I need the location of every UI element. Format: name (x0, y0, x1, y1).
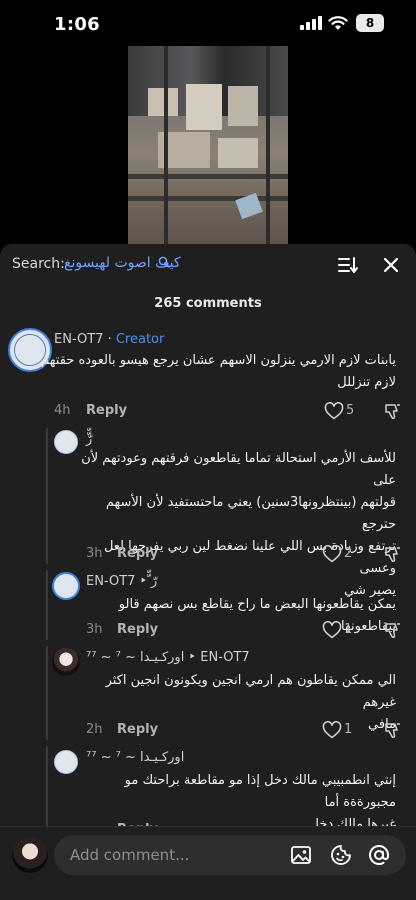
reply-button[interactable]: Reply (117, 722, 158, 737)
avatar[interactable] (52, 648, 80, 676)
search-icon (158, 256, 170, 268)
reply-button[interactable]: Reply (117, 622, 158, 637)
comment-item: ⁷اوركـيـدا ~ ⁷ ~ ⁷ ‣ EN-OT7 الي ممكن يقا… (0, 646, 416, 742)
comment-item: ⁷اوركـيـدا ~ ⁷ ~ ⁷ إنتي انطمبيبي مالك دخ… (0, 746, 416, 837)
creator-badge: Creator (115, 332, 165, 347)
video-frame-detail (164, 46, 168, 244)
like-icon[interactable] (322, 545, 342, 563)
username-separator: · (103, 332, 116, 347)
clock: 1:06 (54, 14, 100, 35)
thread-line (46, 746, 48, 826)
comment-text-line: يابنات لازم الارمي ينزلون الاسهم عشان ير… (41, 353, 396, 368)
comment-time: 3h (86, 546, 103, 561)
comment-username[interactable]: EN-OT7 (54, 332, 103, 347)
cellular-signal-icon (300, 16, 322, 30)
comment-text-line: للأسف الأرمي استحالة تماما يقاطعون فرقته… (81, 451, 396, 488)
comment-text: يابنات لازم الارمي ينزلون الاسهم عشان ير… (40, 350, 396, 394)
like-icon[interactable] (322, 721, 342, 739)
avatar[interactable] (54, 430, 78, 454)
thread-line (46, 646, 48, 740)
video-frame-detail (228, 86, 258, 126)
comment-count: 265 comments (154, 296, 262, 311)
search-label: Search: (12, 256, 65, 272)
comment-input-bar: Add comment... (0, 826, 416, 900)
like-icon[interactable] (322, 621, 342, 639)
sort-icon[interactable] (336, 254, 358, 276)
avatar[interactable] (54, 750, 78, 774)
comment-item: EN-OT7 · Creator يابنات لازم الارمي ينزل… (0, 324, 416, 424)
video-frame-detail (128, 174, 288, 179)
reply-button[interactable]: Reply (86, 403, 127, 418)
comment-time: 4h (54, 403, 71, 418)
dislike-icon[interactable] (384, 721, 402, 739)
comment-username[interactable]: ⁷اوركـيـدا ~ ⁷ ~ ⁷ (86, 750, 184, 765)
like-count: 5 (346, 403, 355, 418)
image-icon[interactable] (290, 844, 312, 866)
emoji-icon[interactable] (330, 844, 352, 866)
like-count: 1 (344, 722, 353, 737)
comment-item: EN-OT7 ‣ ّّرّ يمكن يقاطعونها البعض ما را… (0, 570, 416, 642)
status-bar: 1:06 8 (0, 0, 416, 48)
avatar[interactable] (52, 572, 80, 600)
like-count: 2 (344, 546, 353, 561)
video-player[interactable] (128, 46, 288, 244)
comment-time: 3h (86, 622, 103, 637)
comment-text-line: إنتي انطمبيبي مالك دخل إذا مو مقاطعة برا… (124, 773, 396, 810)
dislike-icon[interactable] (384, 621, 402, 639)
search-row[interactable]: Search: كيف اصوت لهيسونغ (0, 244, 416, 288)
video-frame-detail (128, 196, 288, 201)
comment-item: ّّرّ للأسف الأرمي استحالة تماما يقاطعون … (0, 428, 416, 598)
video-frame-detail (148, 88, 178, 116)
comment-time: 2h (86, 722, 103, 737)
comment-username[interactable]: ّّرّ (86, 432, 92, 447)
video-frame-detail (266, 46, 270, 244)
video-frame-detail (218, 138, 258, 168)
comments-sheet: Search: كيف اصوت لهيسونغ 265 comments EN… (0, 244, 416, 900)
current-user-avatar (12, 837, 48, 873)
wifi-icon (328, 16, 348, 30)
comment-text-line: لازم تنزللل (337, 375, 396, 390)
video-frame-detail (186, 84, 222, 130)
dislike-icon[interactable] (384, 402, 402, 420)
mention-icon[interactable] (368, 844, 390, 866)
comment-username[interactable]: EN-OT7 ‣ ّّرّ (86, 574, 157, 589)
close-icon[interactable] (380, 254, 402, 276)
comment-text-line: الي ممكن يقاطون هم ارمي انجين ويكونون ان… (105, 673, 396, 710)
comment-username[interactable]: ⁷اوركـيـدا ~ ⁷ ~ ⁷ ‣ EN-OT7 (86, 650, 250, 665)
thread-line (46, 428, 48, 564)
reply-button[interactable]: Reply (117, 546, 158, 561)
like-icon[interactable] (324, 402, 344, 420)
comment-text-line: قولتهم (بينتظرونها3سنين) يعني ماحتستفيد … (105, 495, 396, 532)
thread-line (46, 570, 48, 640)
comment-username-line[interactable]: EN-OT7 · Creator (54, 332, 164, 347)
dislike-icon[interactable] (384, 545, 402, 563)
battery-indicator: 8 (356, 14, 384, 32)
like-count: 1 (344, 622, 353, 637)
comment-input-placeholder: Add comment... (70, 846, 190, 864)
comment-input[interactable]: Add comment... (54, 835, 406, 875)
